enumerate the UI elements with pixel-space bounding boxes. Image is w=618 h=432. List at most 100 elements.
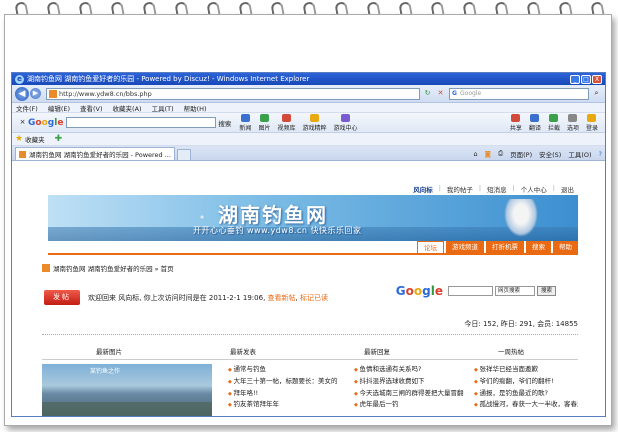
add-favorite-icon[interactable]: ✚ <box>55 134 63 144</box>
tab-help[interactable]: 帮助 <box>553 241 578 253</box>
section-latest-images: 最新图片 <box>42 346 176 360</box>
nav-separator: | <box>478 184 482 192</box>
tab-flights[interactable]: 打折机票 <box>486 241 524 253</box>
section-latest-posts: 最新发表 <box>176 346 310 360</box>
nav-messages[interactable]: 短消息 <box>487 184 507 194</box>
list-item[interactable]: 今天选城南三闸的群得差把大量冒翻 <box>354 388 469 400</box>
popup-block-icon <box>549 113 559 122</box>
toolbar-block-button[interactable]: 拦截 <box>548 113 560 132</box>
menu-favorites[interactable]: 收藏夹(A) <box>113 103 142 113</box>
menu-tools[interactable]: 工具(T) <box>152 103 174 113</box>
google-logo: Google <box>28 117 64 128</box>
browser-tab[interactable]: 湖南钓鱼网 湖南钓鱼爱好者的乐园 - Powered ... <box>15 147 175 160</box>
welcome-text: 欢迎回来 风向标, 你上次访问时间是在 2011-2-1 19:06, <box>88 294 266 302</box>
home-icon[interactable] <box>42 264 50 272</box>
latest-posts-list: 通常与钓鱼 大年三十第一帖，标题要长：美女的 拜年咯!! 钓友茶馆拜年年 <box>228 364 348 411</box>
ie-logo-icon: e <box>15 74 24 84</box>
list-item[interactable]: 拜年咯!! <box>228 388 348 400</box>
feeds-icon[interactable]: ◙ <box>485 150 491 158</box>
hot-posts-list: 张祥华已经当面邀歉 爷们的痴翻，爷们的翻杆! 通报，是钓鱼最近的歌? 孤战慢河，… <box>474 364 578 411</box>
google-toolbar: × Google 搜索 新闻 图片 视频库 游戏精粹 游戏中心 共享 翻译 拦截… <box>12 113 605 133</box>
toolbar-images-button[interactable]: 图片 <box>258 113 270 132</box>
refresh-icon[interactable]: ↻ <box>422 88 433 99</box>
tab-games[interactable]: 游戏频道 <box>446 241 484 253</box>
tab-favicon-icon <box>19 150 26 158</box>
site-search-input[interactable] <box>447 286 493 296</box>
help-icon[interactable]: ? <box>599 150 602 158</box>
command-bar: ⌂ ◙ ⎙ 页面(P) 安全(S) 工具(O) ? <box>466 147 605 160</box>
toolbar-video-button[interactable]: 视频库 <box>277 113 295 132</box>
search-icon[interactable]: ⌕ <box>591 88 602 99</box>
photo-shore <box>42 402 212 416</box>
search-type-select[interactable]: 网页搜索 <box>494 286 535 296</box>
list-item[interactable]: 通常与钓鱼 <box>228 364 348 376</box>
news-icon <box>240 113 250 122</box>
menu-file[interactable]: 文件(F) <box>16 103 38 113</box>
menu-view[interactable]: 查看(V) <box>80 103 103 113</box>
breadcrumb-text[interactable]: 湖南钓鱼网 湖南钓鱼爱好者的乐园 » 首页 <box>53 263 174 273</box>
tools-menu[interactable]: 工具(O) <box>568 149 591 159</box>
list-item[interactable]: 孤战慢河，春获一大一半收，客春浪 <box>474 399 578 411</box>
user-nav: 风向标 | 我的帖子 | 短消息 | 个人中心 | 退出 <box>413 184 574 194</box>
new-tab-button[interactable] <box>177 149 191 160</box>
welcome-message: 欢迎回来 风向标, 你上次访问时间是在 2011-2-1 19:06, 查看新帖… <box>88 294 328 302</box>
favorites-label[interactable]: 收藏夹 <box>25 134 45 144</box>
safety-menu[interactable]: 安全(S) <box>539 149 561 159</box>
title-bar[interactable]: e 湖南钓鱼网 湖南钓鱼爱好者的乐园 - Powered by Discuz! … <box>12 73 605 85</box>
list-item[interactable]: 张祥华已经当面邀歉 <box>474 364 578 376</box>
images-icon <box>259 113 269 122</box>
back-button[interactable]: ◀ <box>15 86 29 101</box>
tab-forum[interactable]: 论坛 <box>417 241 444 253</box>
maximize-button[interactable]: □ <box>581 74 591 84</box>
translate-icon <box>530 113 540 122</box>
google-toolbar-search-input[interactable] <box>66 117 217 128</box>
home-icon[interactable]: ⌂ <box>473 150 477 158</box>
menu-help[interactable]: 帮助(H) <box>184 103 207 113</box>
video-icon <box>281 113 291 122</box>
toolbar-share-button[interactable]: 共享 <box>510 113 522 132</box>
list-item[interactable]: 大年三十第一帖，标题要长：美女的 <box>228 376 348 388</box>
page-menu[interactable]: 页面(P) <box>510 149 532 159</box>
toolbar-game-center-button[interactable]: 游戏中心 <box>333 113 358 132</box>
web-content: 风向标 | 我的帖子 | 短消息 | 个人中心 | 退出 湖南钓鱼网 开开心心垂… <box>12 181 605 416</box>
forum-page: 风向标 | 我的帖子 | 短消息 | 个人中心 | 退出 湖南钓鱼网 开开心心垂… <box>42 181 582 416</box>
nav-divider <box>48 253 578 255</box>
browser-window: e 湖南钓鱼网 湖南钓鱼爱好者的乐园 - Powered by Discuz! … <box>11 72 606 417</box>
nav-my-posts[interactable]: 我的帖子 <box>447 184 473 194</box>
new-post-button[interactable]: 发帖 <box>44 290 80 305</box>
divider <box>42 334 578 335</box>
toolbar-login-button[interactable]: 登录 <box>586 113 598 132</box>
browser-search-input[interactable]: Google <box>449 87 589 100</box>
view-new-posts-link[interactable]: 查看新帖 <box>268 294 296 302</box>
favorites-star-icon[interactable]: ★ <box>15 134 23 144</box>
list-item[interactable]: 通报，是钓鱼最近的歌? <box>474 388 578 400</box>
tab-search[interactable]: 搜索 <box>526 241 551 253</box>
close-toolbar-icon[interactable]: × <box>17 117 28 128</box>
nav-username[interactable]: 风向标 <box>413 184 433 194</box>
list-item[interactable]: 抖抖混界选球收费如下 <box>354 376 469 388</box>
toolbar-games-button[interactable]: 游戏精粹 <box>302 113 326 132</box>
google-toolbar-search-button[interactable]: 搜索 <box>218 118 231 128</box>
list-item[interactable]: 虎年最后一钓 <box>354 399 469 411</box>
toolbar-news-button[interactable]: 新闻 <box>239 113 251 132</box>
minimize-button[interactable]: _ <box>570 74 580 84</box>
list-item[interactable]: 爷们的痴翻，爷们的翻杆! <box>474 376 578 388</box>
address-input[interactable]: http://www.ydw8.cn/bbs.php <box>46 87 420 100</box>
nav-logout[interactable]: 退出 <box>561 184 574 194</box>
latest-photo[interactable]: 某钓鱼之作 <box>42 364 212 416</box>
toolbar-options-button[interactable]: 选项 <box>567 113 579 132</box>
stop-icon[interactable]: ✕ <box>435 88 446 99</box>
print-icon[interactable]: ⎙ <box>498 149 503 158</box>
list-item[interactable]: 钓友茶馆拜年年 <box>228 399 348 411</box>
forward-button[interactable]: ▶ <box>30 88 41 99</box>
mark-read-link[interactable]: 标记已读 <box>300 294 328 302</box>
menu-edit[interactable]: 编辑(E) <box>48 103 70 113</box>
banner-slogan: 开开心心垂钓 www.ydw8.cn 快快乐乐回家 <box>193 226 362 235</box>
close-button[interactable]: X <box>592 74 602 84</box>
list-item[interactable]: 鱼情和选通有关系吗? <box>354 364 469 376</box>
nav-profile[interactable]: 个人中心 <box>521 184 547 194</box>
site-search-button[interactable]: 搜索 <box>536 286 556 296</box>
address-url: http://www.ydw8.cn/bbs.php <box>59 89 152 98</box>
toolbar-translate-button[interactable]: 翻译 <box>529 113 541 132</box>
address-toolbar: ◀ ▶ http://www.ydw8.cn/bbs.php ↻ ✕ Googl… <box>12 85 605 103</box>
